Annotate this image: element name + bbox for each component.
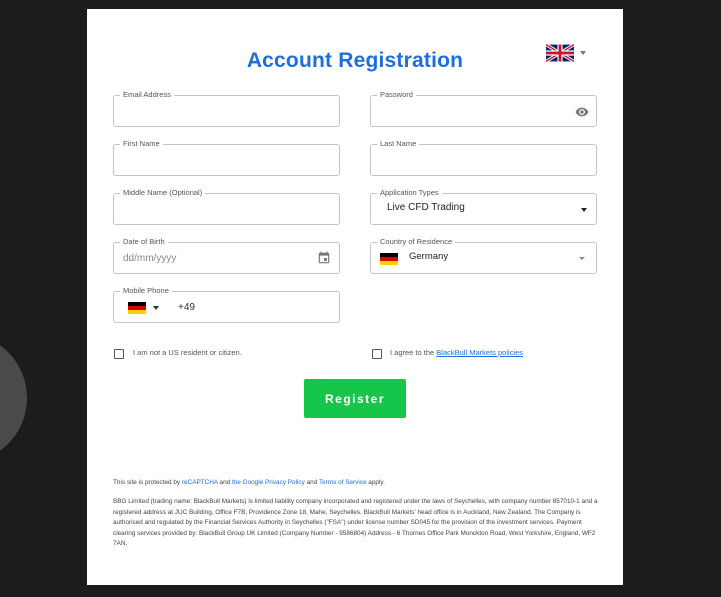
page-title: Account Registration — [246, 49, 464, 72]
legal-disclaimer: BBG Limited (trading name: BlackBull Mar… — [113, 498, 598, 548]
background-shape — [0, 333, 27, 463]
policies-link[interactable]: BlackBull Markets policies — [436, 348, 523, 357]
recaptcha-text: This site is protected by — [113, 479, 182, 486]
phone-country-selector[interactable] — [128, 301, 164, 315]
middle-name-label: Middle Name (Optional) — [120, 187, 206, 199]
recaptcha-link[interactable]: reCAPTCHA — [182, 479, 218, 486]
last-name-label: Last Name — [377, 138, 420, 150]
application-type-value: Live CFD Trading — [387, 202, 465, 213]
middle-name-field: Middle Name (Optional) — [113, 187, 340, 225]
mobile-phone-field: Mobile Phone — [113, 285, 340, 323]
first-name-label: First Name — [120, 138, 163, 150]
chevron-down-icon — [580, 51, 586, 55]
country-value: Germany — [409, 251, 449, 262]
privacy-policy-link[interactable]: the Google Privacy Policy — [232, 479, 305, 486]
password-field: Password — [370, 89, 597, 127]
first-name-field: First Name — [113, 138, 340, 176]
calendar-icon[interactable] — [317, 251, 331, 265]
recaptcha-notice: This site is protected by reCAPTCHA and … — [113, 479, 385, 486]
email-label: Email Address — [120, 89, 174, 101]
register-button[interactable]: Register — [304, 379, 406, 418]
recaptcha-text: and — [304, 479, 319, 486]
us-resident-label: I am not a US resident or citizen. — [133, 348, 242, 357]
chevron-down-icon — [579, 257, 585, 260]
country-select[interactable]: Country of Residence Germany — [370, 236, 597, 274]
dob-label: Date of Birth — [120, 236, 168, 248]
application-type-select[interactable]: Application Types Live CFD Trading — [370, 187, 597, 225]
agree-policies-label: I agree to the BlackBull Markets policie… — [390, 348, 523, 357]
last-name-field: Last Name — [370, 138, 597, 176]
password-label: Password — [377, 89, 416, 101]
dob-field: Date of Birth — [113, 236, 340, 274]
language-selector[interactable] — [546, 43, 592, 63]
country-label: Country of Residence — [377, 236, 456, 248]
recaptcha-text: apply. — [366, 479, 385, 486]
agree-policies-checkbox[interactable] — [372, 349, 382, 359]
chevron-down-icon — [153, 306, 159, 310]
eye-icon[interactable] — [575, 105, 589, 119]
mobile-phone-label: Mobile Phone — [120, 285, 172, 297]
germany-flag-icon — [128, 302, 146, 314]
agree-prefix: I agree to the — [390, 348, 437, 357]
recaptcha-text: and — [217, 479, 232, 486]
germany-flag-icon — [380, 253, 398, 265]
chevron-down-icon — [581, 208, 587, 212]
terms-link[interactable]: Terms of Service — [319, 479, 367, 486]
us-resident-checkbox[interactable] — [114, 349, 124, 359]
email-field: Email Address — [113, 89, 340, 127]
registration-modal: Account Registration Email Address Passw… — [87, 9, 623, 585]
uk-flag-icon — [546, 44, 574, 62]
application-type-label: Application Types — [377, 187, 442, 199]
